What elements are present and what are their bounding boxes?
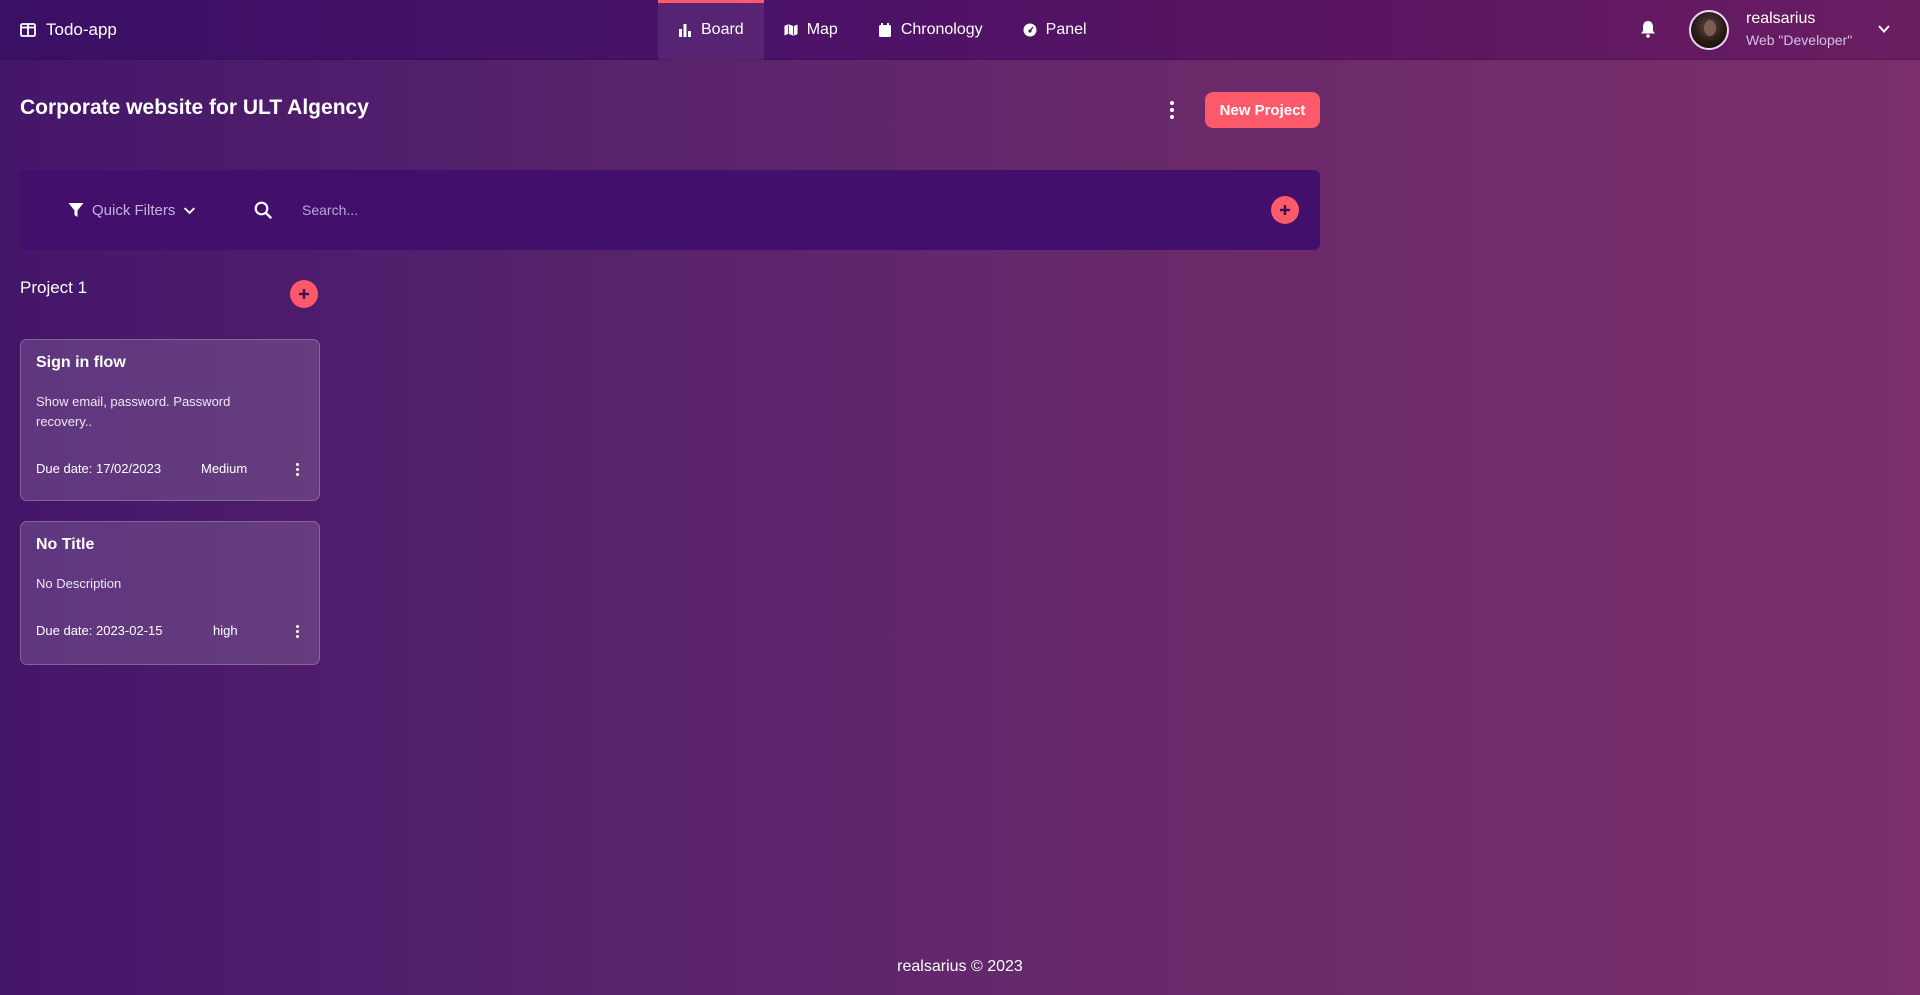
tab-chronology-label: Chronology — [900, 21, 983, 38]
card-priority: high — [213, 623, 238, 638]
new-project-button[interactable]: New Project — [1205, 92, 1320, 128]
add-card-button[interactable] — [290, 280, 318, 308]
page-title: Corporate website for ULT Algency — [20, 96, 369, 119]
search-icon — [254, 201, 272, 219]
card-due-date: Due date: 17/02/2023 — [36, 461, 162, 476]
tab-map[interactable]: Map — [764, 0, 858, 60]
chevron-down-icon — [184, 206, 196, 214]
card-title: No Title — [36, 536, 95, 553]
dashboard-icon — [1023, 23, 1037, 37]
app-name: Todo-app — [46, 20, 117, 39]
columns-icon — [20, 23, 36, 37]
plus-icon — [299, 289, 309, 299]
footer-copyright: realsarius © 2023 — [897, 958, 1023, 975]
top-navbar: Todo-app Board Map Chronology Panel real… — [0, 0, 1920, 60]
filter-icon — [68, 203, 84, 217]
user-name: realsarius — [1746, 10, 1816, 27]
search-input[interactable] — [302, 198, 1002, 222]
card-title: Sign in flow — [36, 354, 126, 371]
task-card[interactable]: Sign in flow Show email, password. Passw… — [20, 339, 320, 501]
tab-board[interactable]: Board — [658, 0, 764, 60]
tab-board-label: Board — [701, 21, 744, 38]
more-options-icon[interactable] — [1166, 100, 1178, 120]
bell-icon[interactable] — [1640, 20, 1656, 38]
tab-panel[interactable]: Panel — [1003, 0, 1107, 60]
add-task-button[interactable] — [1271, 196, 1299, 224]
avatar[interactable] — [1689, 10, 1729, 50]
chevron-down-icon[interactable] — [1877, 22, 1891, 36]
filter-bar: Quick Filters — [20, 170, 1320, 250]
tab-panel-label: Panel — [1045, 21, 1087, 38]
project-column-title: Project 1 — [20, 278, 88, 297]
card-description: Show email, password. Password recovery.… — [36, 394, 231, 429]
card-more-options-icon[interactable] — [293, 461, 301, 477]
app-brand[interactable]: Todo-app — [20, 0, 117, 60]
task-card[interactable]: No Title No Description Due date: 2023-0… — [20, 521, 320, 665]
nav-tabs: Board Map Chronology Panel — [658, 0, 1107, 60]
quick-filters-label: Quick Filters — [92, 201, 176, 219]
tab-map-label: Map — [806, 21, 838, 38]
tab-chronology[interactable]: Chronology — [858, 0, 1003, 60]
quick-filters-dropdown[interactable]: Quick Filters — [68, 200, 196, 220]
calendar-icon — [878, 23, 891, 37]
plus-icon — [1280, 205, 1290, 215]
card-description: No Description — [36, 576, 122, 591]
user-role: Web "Developer" — [1746, 32, 1853, 48]
map-icon — [783, 23, 798, 37]
card-more-options-icon[interactable] — [293, 623, 301, 639]
card-due-date: Due date: 2023-02-15 — [36, 623, 163, 638]
card-priority: Medium — [201, 461, 248, 476]
bar-chart-icon — [679, 24, 691, 37]
